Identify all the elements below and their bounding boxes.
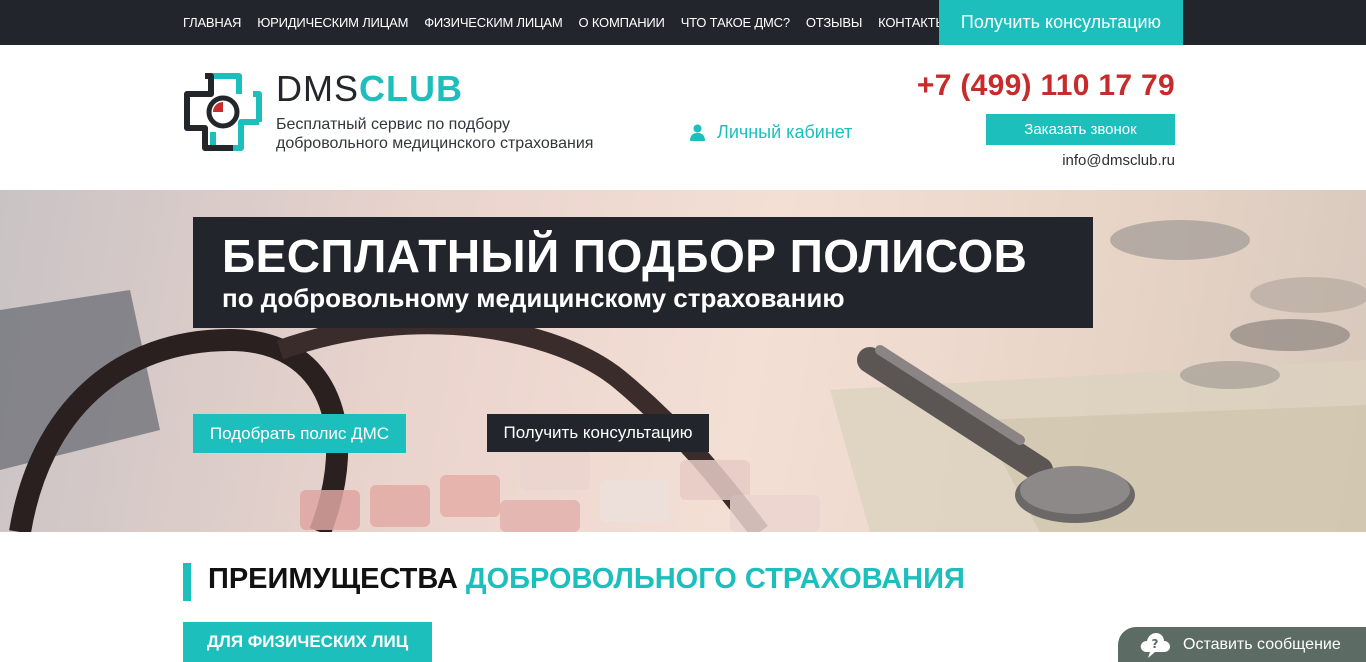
site-header: DMSCLUB Бесплатный сервис по подбору доб… xyxy=(0,45,1366,190)
nav-link-legal-entities[interactable]: ЮРИДИЧЕСКИМ ЛИЦАМ xyxy=(257,15,408,30)
personal-account-label: Личный кабинет xyxy=(717,122,853,142)
hero-title: БЕСПЛАТНЫЙ ПОДБОР ПОЛИСОВ xyxy=(222,230,1028,282)
top-navigation-bar: ГЛАВНАЯ ЮРИДИЧЕСКИМ ЛИЦАМ ФИЗИЧЕСКИМ ЛИЦ… xyxy=(0,0,1366,45)
tagline-line-2: добровольного медицинского страхования xyxy=(276,135,594,152)
hero-subtitle: по добровольному медицинскому страховани… xyxy=(222,283,845,313)
leave-message-label: Оставить сообщение xyxy=(1183,635,1341,653)
phone-number[interactable]: +7 (499) 110 17 79 xyxy=(917,69,1175,103)
hero-title-box: БЕСПЛАТНЫЙ ПОДБОР ПОЛИСОВ по добровольно… xyxy=(193,217,1093,328)
nav-link-contacts[interactable]: КОНТАКТЫ xyxy=(878,15,947,30)
nav-link-individuals[interactable]: ФИЗИЧЕСКИМ ЛИЦАМ xyxy=(424,15,562,30)
chat-cloud-icon: ? xyxy=(1140,632,1170,658)
nav-link-home[interactable]: ГЛАВНАЯ xyxy=(183,15,241,30)
personal-account-link[interactable]: Личный кабинет xyxy=(690,122,852,143)
svg-text:?: ? xyxy=(1152,637,1159,651)
tagline-line-1: Бесплатный сервис по подбору xyxy=(276,116,511,133)
hero-banner: БЕСПЛАТНЫЙ ПОДБОР ПОЛИСОВ по добровольно… xyxy=(0,190,1366,532)
main-menu: ГЛАВНАЯ ЮРИДИЧЕСКИМ ЛИЦАМ ФИЗИЧЕСКИМ ЛИЦ… xyxy=(183,0,963,45)
nav-link-what-is-dms[interactable]: ЧТО ТАКОЕ ДМС? xyxy=(681,15,790,30)
logo-text-dms: DMS xyxy=(276,68,359,109)
logo-text-club: CLUB xyxy=(359,68,463,109)
logo-cross-icon[interactable] xyxy=(183,72,263,152)
get-consultation-hero-button[interactable]: Получить консультацию xyxy=(487,414,709,452)
section-title-accent-bar xyxy=(183,563,191,601)
nav-link-reviews[interactable]: ОТЗЫВЫ xyxy=(806,15,862,30)
get-consultation-top-button[interactable]: Получить консультацию xyxy=(939,0,1183,45)
advantages-section-title: ПРЕИМУЩЕСТВА ДОБРОВОЛЬНОГО СТРАХОВАНИЯ xyxy=(208,563,965,596)
tab-for-individuals[interactable]: ДЛЯ ФИЗИЧЕСКИХ ЛИЦ xyxy=(183,622,432,662)
site-logo[interactable]: DMSCLUB xyxy=(276,68,463,110)
user-icon xyxy=(690,124,705,141)
advantages-title-dark: ПРЕИМУЩЕСТВА xyxy=(208,563,458,595)
pick-policy-button[interactable]: Подобрать полис ДМС xyxy=(193,414,406,453)
order-call-button[interactable]: Заказать звонок xyxy=(986,114,1175,145)
contact-email[interactable]: info@dmsclub.ru xyxy=(1062,152,1175,169)
leave-message-widget[interactable]: ? Оставить сообщение xyxy=(1118,627,1366,662)
site-tagline: Бесплатный сервис по подбору добровольно… xyxy=(276,115,616,153)
advantages-title-teal: ДОБРОВОЛЬНОГО СТРАХОВАНИЯ xyxy=(465,563,965,595)
nav-link-about[interactable]: О КОМПАНИИ xyxy=(579,15,665,30)
